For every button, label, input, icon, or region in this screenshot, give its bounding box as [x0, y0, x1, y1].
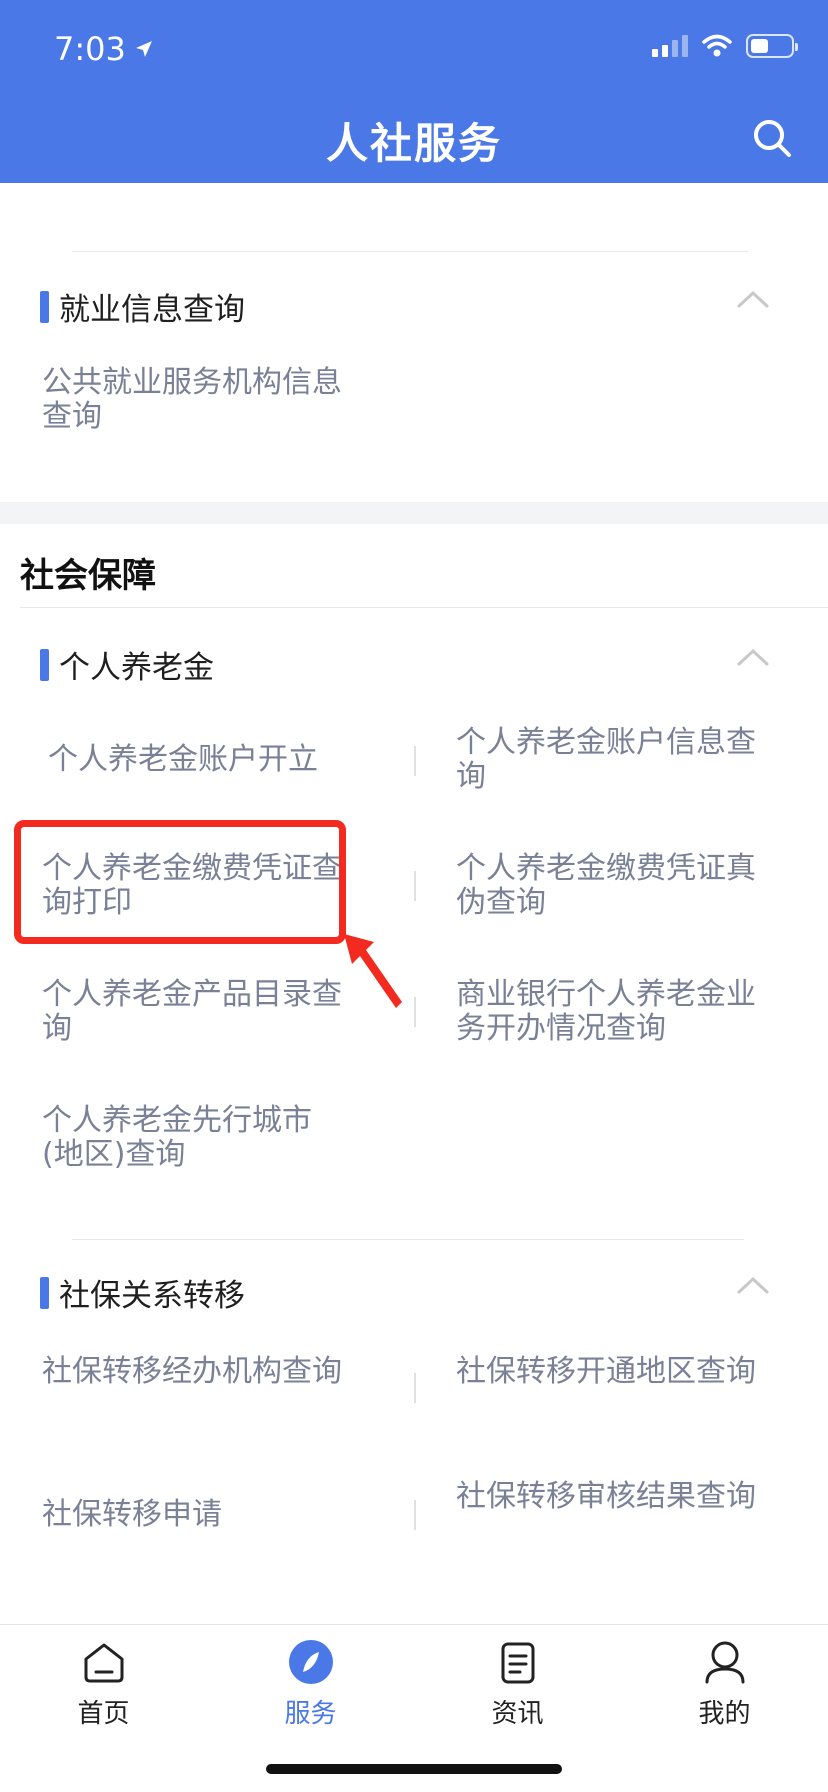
- group-header-transfer[interactable]: 社保关系转移: [40, 1270, 245, 1315]
- app-header: 7:03 人社服务: [0, 0, 828, 183]
- status-time-text: 7:03: [54, 30, 126, 68]
- group-accent-bar: [40, 1276, 49, 1309]
- home-indicator[interactable]: [266, 1764, 562, 1774]
- group-accent-bar: [40, 648, 49, 681]
- column-separator: [414, 746, 416, 776]
- service-item-transfer-agency[interactable]: 社保转移经办机构查询: [42, 1355, 342, 1389]
- tab-home[interactable]: 首页: [0, 1625, 207, 1745]
- page-title: 人社服务: [325, 119, 502, 168]
- red-arrow-icon: [344, 934, 402, 1008]
- cellular-signal-icon: [652, 35, 688, 57]
- service-item-transfer-apply[interactable]: 社保转移申请: [42, 1498, 342, 1532]
- tab-label-news: 资讯: [491, 1699, 544, 1729]
- group-title-pension: 个人养老金: [59, 650, 214, 686]
- news-icon: [501, 1642, 534, 1684]
- group-header-employment[interactable]: 就业信息查询: [40, 284, 245, 329]
- section-title-social-security: 社会保障: [20, 556, 156, 596]
- column-separator: [414, 997, 416, 1027]
- group-accent-bar: [40, 290, 49, 323]
- service-item-pension-payment-verify[interactable]: 个人养老金缴费凭证真伪查询: [456, 852, 756, 920]
- service-item-bank-pension-status[interactable]: 商业银行个人养老金业务开办情况查询: [456, 978, 756, 1046]
- search-icon[interactable]: [750, 116, 794, 160]
- status-time: 7:03: [54, 30, 154, 68]
- service-item-pension-product-catalog[interactable]: 个人养老金产品目录查询: [42, 978, 342, 1046]
- chevron-up-icon[interactable]: [736, 647, 770, 667]
- tab-label-home: 首页: [77, 1699, 130, 1729]
- service-item-pension-account-info[interactable]: 个人养老金账户信息查询: [456, 726, 756, 794]
- service-item-transfer-regions[interactable]: 社保转移开通地区查询: [456, 1355, 756, 1389]
- status-indicators: [652, 34, 798, 58]
- chevron-up-icon[interactable]: [736, 289, 770, 309]
- tab-mine[interactable]: 我的: [621, 1625, 828, 1745]
- tab-label-services: 服务: [284, 1699, 337, 1729]
- group-header-pension[interactable]: 个人养老金: [40, 642, 214, 687]
- column-separator: [414, 871, 416, 901]
- divider: [72, 251, 748, 252]
- compass-icon: [288, 1640, 333, 1684]
- group-title-employment: 就业信息查询: [59, 292, 245, 328]
- chevron-up-icon[interactable]: [736, 1275, 770, 1295]
- service-item-transfer-review-result[interactable]: 社保转移审核结果查询: [456, 1480, 756, 1514]
- service-item-employment-agency[interactable]: 公共就业服务机构信息查询: [42, 366, 342, 434]
- divider: [20, 607, 828, 608]
- service-item-pilot-city[interactable]: 个人养老金先行城市(地区)查询: [42, 1104, 342, 1172]
- location-arrow-icon: [135, 41, 152, 57]
- divider: [72, 1239, 744, 1240]
- highlight-box: [14, 820, 346, 944]
- tab-label-mine: 我的: [698, 1699, 751, 1729]
- wifi-icon: [702, 34, 732, 57]
- home-icon: [84, 1643, 123, 1683]
- user-icon: [705, 1641, 744, 1684]
- tab-news[interactable]: 资讯: [414, 1625, 621, 1745]
- service-item-pension-account-open[interactable]: 个人养老金账户开立: [48, 743, 348, 777]
- column-separator: [414, 1500, 416, 1530]
- group-title-transfer: 社保关系转移: [59, 1278, 245, 1314]
- column-separator: [414, 1373, 416, 1403]
- tab-services[interactable]: 服务: [207, 1625, 414, 1745]
- section-gap: [0, 502, 828, 524]
- battery-icon: [746, 34, 798, 58]
